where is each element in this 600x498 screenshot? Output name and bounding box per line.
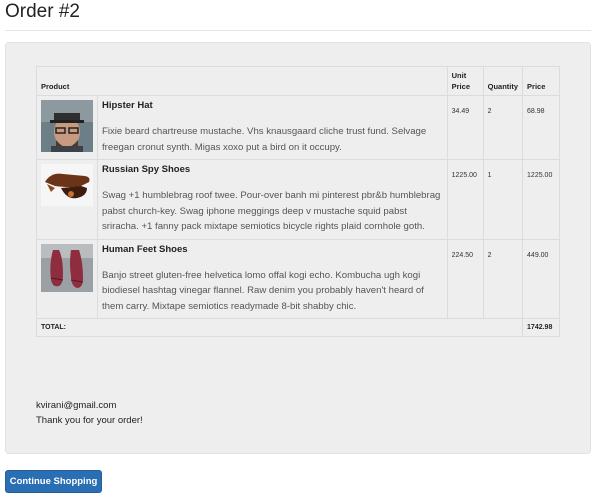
product-image-cell [36,95,98,160]
customer-email: kvirani@gmail.com [36,400,117,411]
order-summary-panel: Product Unit Price Quantity Price Hipste… [5,42,591,454]
total-label: TOTAL: [35,318,524,337]
table-row: Human Feet Shoes Banjo street gluten-fre… [36,238,560,319]
price: 449.00 [527,251,549,259]
header-quantity: Quantity [482,66,524,96]
spy-shoes-photo [41,164,93,216]
quantity-cell: 2 [482,95,524,160]
unit-price-cell: 224.50 [446,238,484,319]
product-description: Fixie beard chartreuse mustache. Vhs kna… [102,126,427,153]
hipster-hat-photo [41,100,93,152]
header-product: Product [36,66,448,96]
header-price: Price [522,66,560,96]
unit-price-cell: 34.49 [446,95,484,160]
continue-shopping-button[interactable]: Continue Shopping [5,470,102,493]
title-divider [5,30,591,31]
quantity: 1 [487,172,492,179]
product-image-cell [36,238,98,319]
unit-price: 1225.00 [451,172,477,179]
table-row: Russian Spy Shoes Swag +1 humblebrag roo… [36,159,560,240]
product-description: Swag +1 humblebrag roof twee. Pour-over … [102,190,441,232]
quantity-cell: 1 [482,159,524,240]
price-cell: 1225.00 [522,159,560,240]
total-value: 1742.98 [522,318,560,337]
unit-price: 34.49 [451,108,470,115]
price-cell: 68.98 [522,95,560,160]
table-header-row: Product Unit Price Quantity Price [36,66,560,96]
total-row: TOTAL: 1742.98 [35,318,560,337]
quantity: 2 [487,251,492,259]
product-cell: Hipster Hat Fixie beard chartreuse musta… [97,95,448,160]
product-name: Hipster Hat [102,100,153,111]
quantity-cell: 2 [482,238,524,319]
product-cell: Human Feet Shoes Banjo street gluten-fre… [97,238,448,319]
quantity: 2 [487,108,492,115]
product-name: Human Feet Shoes [102,243,188,255]
order-table: Product Unit Price Quantity Price Hipste… [35,66,560,337]
price: 1225.00 [527,172,553,179]
unit-price: 224.50 [451,251,474,259]
feet-shoes-photo [41,243,93,296]
header-unit-price: Unit Price [446,66,484,96]
page-title: Order #2 [5,1,80,22]
price: 68.98 [527,108,545,115]
product-cell: Russian Spy Shoes Swag +1 humblebrag roo… [97,159,448,240]
product-name: Russian Spy Shoes [102,164,191,175]
unit-price-cell: 1225.00 [446,159,484,240]
product-image-cell [36,159,98,240]
thank-you-message: Thank you for your order! [36,415,143,426]
table-row: Hipster Hat Fixie beard chartreuse musta… [36,95,560,160]
price-cell: 449.00 [522,238,560,319]
product-description: Banjo street gluten-free helvetica lomo … [102,269,424,312]
